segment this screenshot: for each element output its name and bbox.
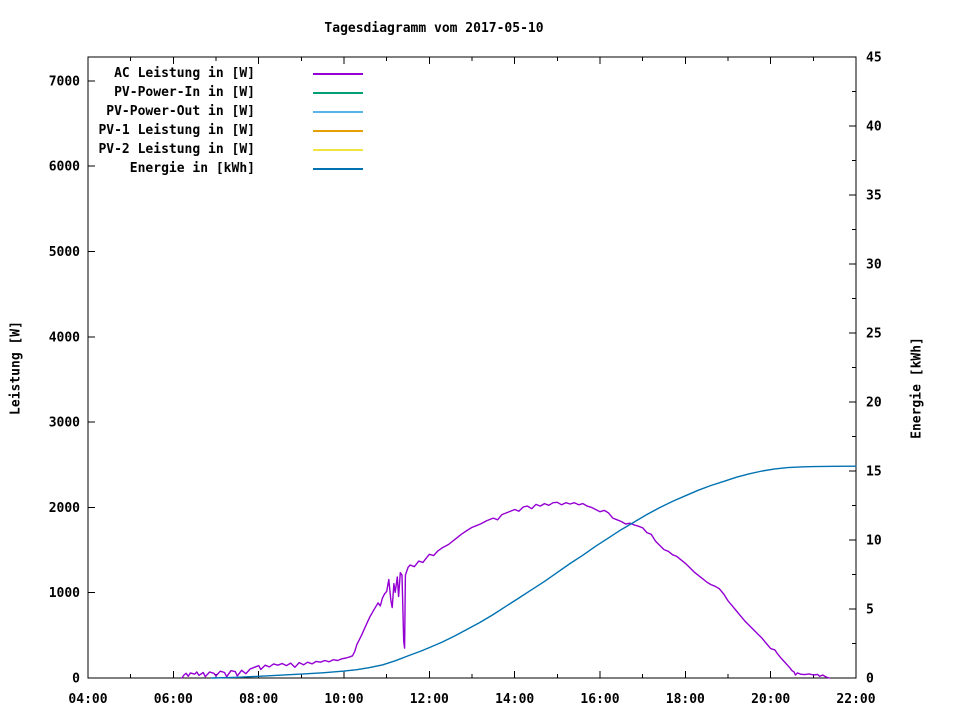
y-right-tick-label: 35 [866, 189, 882, 204]
y-right-tick-label: 5 [866, 603, 874, 618]
x-tick-label: 04:00 [68, 692, 107, 707]
legend-item: PV-2 Leistung in [W] [95, 140, 363, 159]
legend-item-label: PV-1 Leistung in [W] [98, 123, 255, 138]
x-tick-label: 06:00 [154, 692, 193, 707]
legend-item-label: PV-2 Leistung in [W] [98, 142, 255, 157]
x-tick-label: 20:00 [751, 692, 790, 707]
legend-item-label: Energie in [kWh] [129, 161, 255, 176]
y-right-tick-label: 10 [866, 534, 882, 549]
y-left-tick-label: 1000 [49, 586, 80, 601]
x-tick-label: 18:00 [666, 692, 705, 707]
legend-item: PV-Power-In in [W] [95, 83, 363, 102]
y-right-tick-label: 0 [866, 672, 874, 687]
x-tick-label: 10:00 [324, 692, 363, 707]
y-right-tick-label: 40 [866, 120, 882, 135]
x-tick-label: 16:00 [580, 692, 619, 707]
y-left-tick-label: 3000 [49, 416, 80, 431]
x-tick-label: 08:00 [239, 692, 278, 707]
y-right-tick-label: 15 [866, 465, 882, 480]
y-left-tick-label: 5000 [49, 245, 80, 260]
legend-line-sample [313, 148, 363, 151]
y-right-tick-label: 25 [866, 327, 882, 342]
y-left-tick-label: 4000 [49, 330, 80, 345]
y-right-tick-label: 20 [866, 396, 882, 411]
y-left-tick-label: 7000 [49, 74, 80, 89]
legend-line-sample [313, 110, 363, 113]
legend-line-sample [313, 91, 363, 94]
legend-line-sample [313, 72, 363, 75]
chart-screen: Tagesdiagramm vom 2017-05-10 Leistung [W… [0, 0, 960, 720]
legend-line-sample [313, 167, 363, 170]
x-tick-label: 12:00 [410, 692, 449, 707]
legend-line-sample [313, 129, 363, 132]
legend-item: Energie in [kWh] [95, 159, 363, 178]
y-left-tick-label: 2000 [49, 501, 80, 516]
legend-item-label: PV-Power-Out in [W] [106, 104, 255, 119]
legend-item: AC Leistung in [W] [95, 64, 363, 83]
legend-item-label: PV-Power-In in [W] [114, 85, 255, 100]
y-right-tick-label: 45 [866, 51, 882, 66]
legend-item: PV-Power-Out in [W] [95, 102, 363, 121]
y-right-tick-label: 30 [866, 258, 882, 273]
series-line-energie-in-kwh [210, 465, 857, 679]
y-left-tick-label: 0 [72, 672, 80, 687]
series-line-ac-leistung-in-w [181, 501, 831, 679]
y-left-tick-label: 6000 [49, 160, 80, 175]
x-tick-label: 22:00 [836, 692, 875, 707]
legend-item-label: AC Leistung in [W] [114, 66, 255, 81]
legend: AC Leistung in [W] PV-Power-In in [W] PV-P… [95, 64, 363, 178]
legend-item: PV-1 Leistung in [W] [95, 121, 363, 140]
x-tick-label: 14:00 [495, 692, 534, 707]
